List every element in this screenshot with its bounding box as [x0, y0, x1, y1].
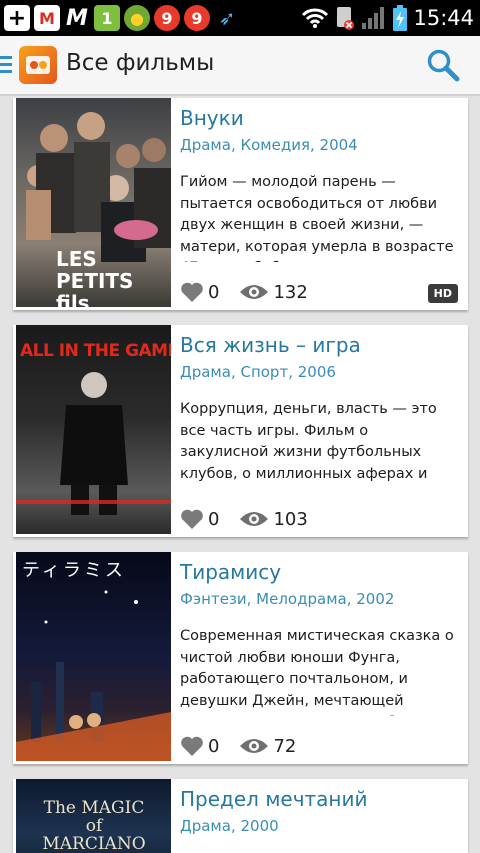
film-logo-icon	[26, 56, 50, 74]
eye-icon	[240, 739, 269, 753]
movie-info: Вся жизнь – игра Драма, Спорт, 2006 Корр…	[180, 325, 458, 489]
plus-icon: +	[4, 5, 30, 31]
app-bar: Все фильмы	[0, 36, 480, 96]
clock: 15:44	[413, 6, 474, 30]
movie-poster[interactable]: ALL IN THE GAME	[16, 325, 171, 534]
movie-stats: 0 132	[180, 277, 308, 307]
rocket-icon: ➶	[218, 6, 236, 30]
movie-stats: 0 103	[180, 504, 308, 534]
page-title: Все фильмы	[66, 50, 215, 76]
movie-title[interactable]: Тирамису	[180, 560, 458, 584]
heart-icon	[181, 509, 203, 529]
eye-icon	[240, 512, 269, 526]
poster-caption: The MAGIC of MARCIANO	[42, 798, 146, 853]
movie-info: Предел мечтаний Драма, 2000	[180, 779, 458, 835]
likes-count: 0	[208, 508, 220, 530]
movie-poster[interactable]: ティラミス	[16, 552, 171, 761]
eye-icon	[240, 285, 269, 299]
movie-genres: Драма, Комедия, 2004	[180, 136, 358, 154]
movie-card[interactable]: ティラミス Тирамису Фэнтези, Мелодрама, 2002 …	[13, 552, 468, 764]
gmail-icon: M	[34, 5, 60, 31]
movie-description: Современная мистическая сказка о чистой …	[180, 628, 454, 716]
movie-genres: Драма, Спорт, 2006	[180, 363, 336, 381]
notification-icons: + M M 1 ● 9 9 ➶	[0, 5, 240, 31]
search-icon[interactable]	[426, 48, 460, 82]
movie-poster[interactable]: The MAGIC of MARCIANO	[16, 779, 171, 853]
hd-badge: HD	[427, 284, 458, 303]
views: 72	[239, 736, 296, 757]
poster-caption: LES PETITS fils	[56, 247, 134, 307]
movie-card[interactable]: The MAGIC of MARCIANO Предел мечтаний Др…	[13, 779, 468, 853]
battery-charging-icon	[393, 5, 408, 31]
nine-icon: 9	[184, 5, 210, 31]
likes[interactable]: 0	[180, 508, 219, 530]
heart-icon	[181, 736, 203, 756]
movie-genres: Драма, 2000	[180, 817, 279, 835]
movie-title[interactable]: Предел мечтаний	[180, 787, 458, 811]
app-logo[interactable]	[19, 46, 57, 84]
status-bar: + M M 1 ● 9 9 ➶ 15:44	[0, 0, 480, 36]
one-icon: 1	[94, 5, 120, 31]
movie-description: Гийом — молодой парень — пытается освобо…	[180, 174, 454, 262]
system-status: 15:44	[301, 0, 474, 36]
wifi-icon	[302, 8, 329, 28]
movie-stats: 0 72	[180, 731, 296, 761]
movie-title[interactable]: Вся жизнь – игра	[180, 333, 458, 357]
gmail-icon: M	[66, 5, 88, 31]
nine-icon: 9	[154, 5, 180, 31]
movie-description: Коррупция, деньги, власть — это все част…	[180, 401, 437, 489]
views: 132	[239, 281, 308, 303]
app-icon: ●	[124, 5, 150, 31]
movie-poster[interactable]: LES PETITS fils	[16, 98, 171, 307]
movie-title[interactable]: Внуки	[180, 106, 458, 130]
views: 103	[239, 508, 308, 530]
movie-list[interactable]: LES PETITS fils Внуки Драма, Комедия, 20…	[0, 96, 480, 853]
views-count: 103	[273, 508, 308, 530]
poster-art-city	[16, 590, 171, 761]
movie-card[interactable]: ALL IN THE GAME Вся жизнь – игра Драма, …	[13, 325, 468, 537]
hamburger-icon[interactable]	[0, 56, 12, 76]
likes-count: 0	[208, 735, 220, 757]
poster-art-man	[16, 372, 171, 515]
likes[interactable]: 0	[180, 281, 219, 303]
likes-count: 0	[208, 281, 220, 303]
heart-icon	[181, 282, 203, 302]
views-count: 132	[273, 281, 308, 303]
views-count: 72	[273, 735, 297, 757]
movie-info: Тирамису Фэнтези, Мелодрама, 2002 Соврем…	[180, 552, 458, 716]
likes[interactable]: 0	[180, 735, 219, 757]
signal-icon	[362, 7, 385, 29]
movie-card[interactable]: LES PETITS fils Внуки Драма, Комедия, 20…	[13, 98, 468, 310]
sim-off-icon	[337, 7, 355, 30]
movie-genres: Фэнтези, Мелодрама, 2002	[180, 590, 395, 608]
movie-info: Внуки Драма, Комедия, 2004 Гийом — молод…	[180, 98, 458, 262]
